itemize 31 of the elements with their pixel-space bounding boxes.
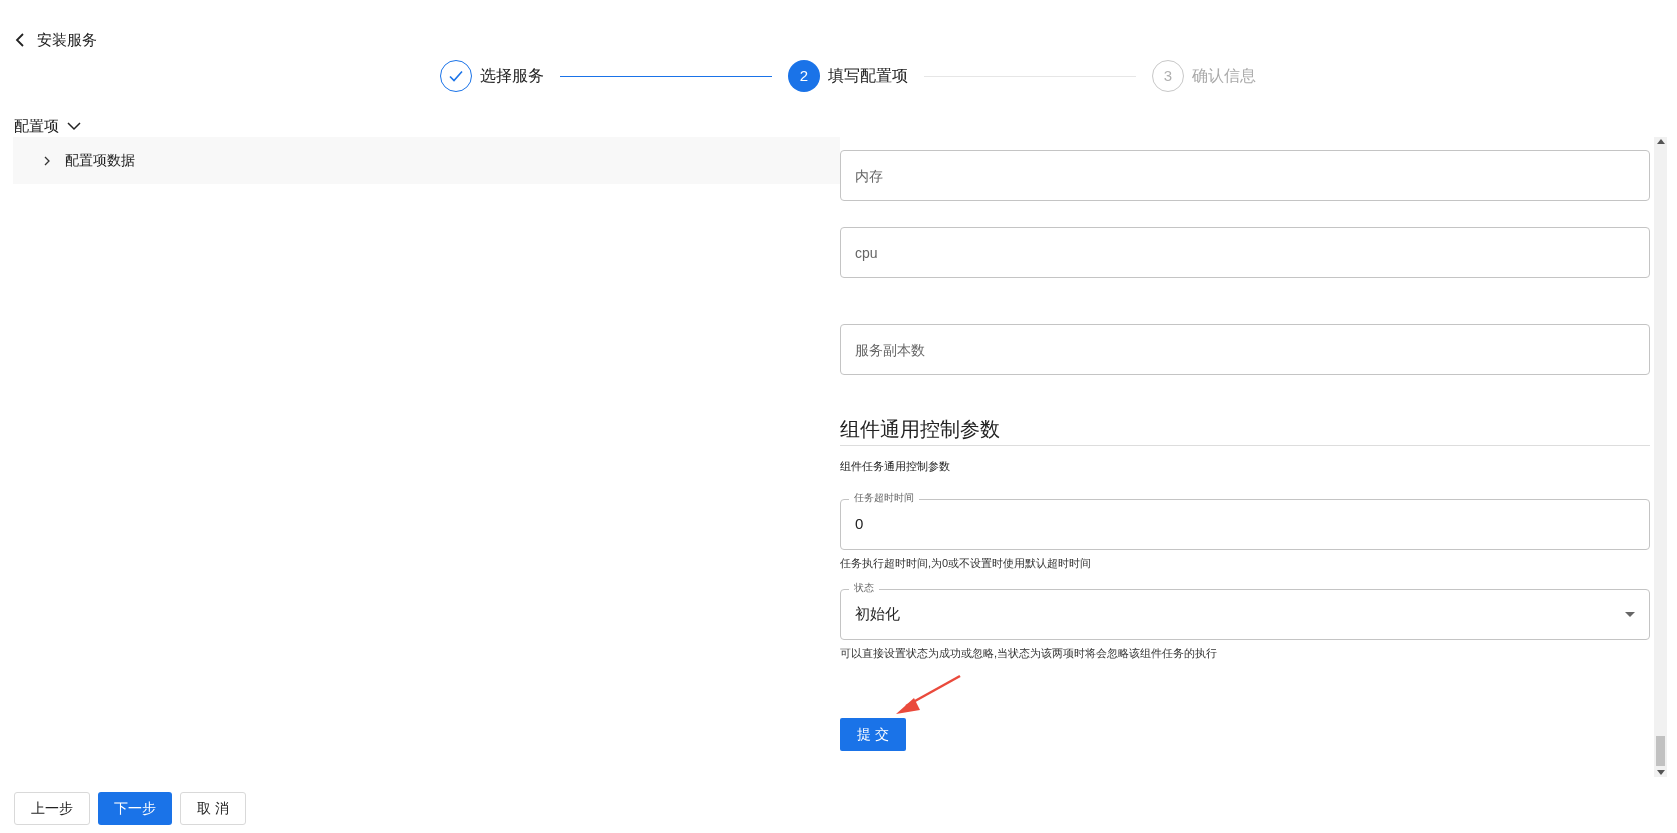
submit-button[interactable]: 提 交 — [840, 717, 906, 751]
step-label: 填写配置项 — [828, 66, 908, 86]
scroll-up-icon[interactable] — [1656, 139, 1665, 144]
panel-label: 配置项数据 — [65, 151, 135, 170]
footer-button[interactable]: 下一步 — [98, 792, 172, 825]
chevron-icon[interactable] — [67, 121, 81, 131]
footer-button[interactable]: 取 消 — [180, 792, 246, 825]
scroll-down-icon[interactable] — [1656, 770, 1665, 775]
help-text: 任务执行超时时间,为0或不设置时使用默认超时时间 — [840, 555, 1093, 571]
text-field[interactable]: 内存 — [840, 150, 1650, 201]
field-label: 任务超时时间 — [849, 489, 919, 506]
dropdown-caret-icon — [1625, 612, 1635, 617]
accordion-panel[interactable]: 配置项数据 — [13, 137, 840, 184]
step-indicator: 3 — [1152, 60, 1184, 92]
section-description: 组件任务通用控制参数 — [840, 459, 951, 474]
field-value: 初始化 — [855, 604, 900, 625]
page-title: 安装服务 — [37, 29, 97, 50]
back-icon[interactable] — [15, 33, 25, 47]
step-label: 确认信息 — [1192, 66, 1256, 86]
text-field[interactable]: 服务副本数 — [840, 324, 1650, 375]
step-indicator: 2 — [788, 60, 820, 92]
step-label: 选择服务 — [480, 66, 544, 86]
scrollbar[interactable] — [1654, 137, 1667, 777]
text-field[interactable]: cpu — [840, 227, 1650, 278]
section-heading: 组件通用控制参数 — [840, 417, 1001, 442]
section-title: 配置项 — [14, 115, 59, 136]
help-text: 可以直接设置状态为成功或忽略,当状态为该两项时将会忽略该组件任务的执行 — [840, 646, 1219, 661]
field-label: 状态 — [849, 580, 879, 596]
field-value: 0 — [855, 513, 864, 534]
scroll-thumb[interactable] — [1656, 736, 1665, 766]
footer-button[interactable]: 上一步 — [14, 792, 90, 825]
